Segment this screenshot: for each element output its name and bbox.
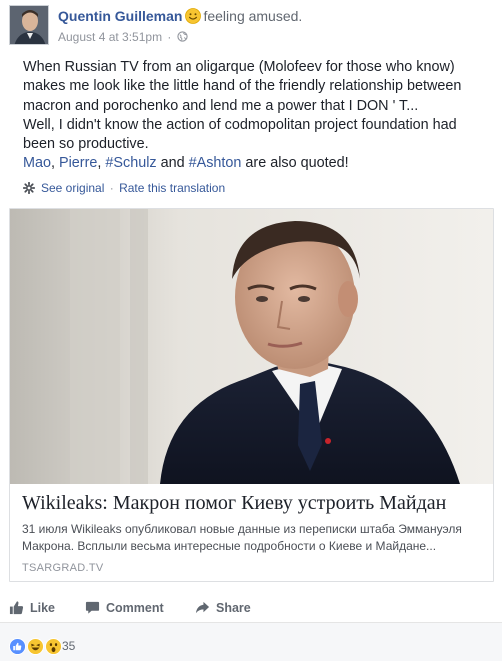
share-label: Share	[216, 601, 251, 615]
post-actions: Like Comment Share	[9, 594, 494, 624]
haha-reaction-icon	[26, 637, 44, 655]
globe-icon[interactable]	[177, 31, 188, 42]
translation-bar: See original · Rate this translation	[22, 181, 225, 195]
timestamp[interactable]: August 4 at 3:51pm	[58, 30, 162, 44]
link-title[interactable]: Wikileaks: Макрон помог Киеву устроить М…	[22, 492, 446, 515]
quoted-and: and	[156, 155, 189, 172]
post-text-line: makes me look like the little hand of th…	[23, 78, 462, 95]
gear-icon[interactable]	[22, 181, 36, 195]
hashtag-schulz[interactable]: #Schulz	[105, 155, 156, 171]
post-meta: August 4 at 3:51pm ·	[58, 30, 188, 44]
see-original-link[interactable]: See original	[41, 181, 104, 195]
comment-button[interactable]: Comment	[85, 600, 164, 615]
reaction-icons[interactable]	[9, 637, 62, 655]
feeling-text: feeling amused.	[203, 8, 303, 24]
comment-label: Comment	[106, 601, 164, 615]
like-button[interactable]: Like	[9, 600, 55, 615]
like-reaction-icon	[9, 637, 26, 655]
hashtag-ashton[interactable]: #Ashton	[189, 155, 242, 171]
thumbs-up-icon	[9, 601, 24, 615]
tag-mao[interactable]: Mao	[23, 155, 51, 171]
link-description: 31 июля Wikileaks опубликовал новые данн…	[22, 522, 462, 553]
author-line: Quentin Guilleman feeling amused.	[58, 8, 302, 24]
share-button[interactable]: Share	[195, 600, 251, 615]
like-label: Like	[30, 601, 56, 615]
meta-separator: ·	[167, 30, 172, 44]
post-body: When Russian TV from an oligarque (Molof…	[23, 58, 493, 174]
rate-translation-link[interactable]: Rate this translation	[119, 181, 225, 195]
link-domain: TSARGRAD.TV	[22, 562, 104, 574]
comment-icon	[85, 601, 100, 614]
quoted-separator: ,	[51, 155, 59, 172]
quoted-line: Mao, Pierre, #Schulz and #Ashton are als…	[23, 154, 493, 173]
post-text-line: been so productive.	[23, 136, 149, 153]
reactions-bar[interactable]: 35	[0, 622, 502, 661]
author-name[interactable]: Quentin Guilleman	[58, 8, 182, 24]
post-text-line: Well, I didn't know the action of codmop…	[23, 116, 457, 133]
link-preview-card[interactable]: Wikileaks: Макрон помог Киеву устроить М…	[9, 208, 494, 582]
facebook-post: Quentin Guilleman feeling amused. August …	[0, 0, 502, 661]
avatar[interactable]	[9, 5, 49, 45]
link-preview-image[interactable]	[10, 209, 493, 484]
quoted-tail: are also quoted!	[241, 155, 349, 172]
post-header: Quentin Guilleman feeling amused. August …	[0, 0, 502, 52]
post-text-line: macron and porochenko and lend me a powe…	[23, 97, 419, 114]
post-text-line: When Russian TV from an oligarque (Molof…	[23, 59, 455, 75]
amused-emoji-icon	[185, 8, 202, 24]
wow-reaction-icon	[44, 637, 62, 655]
tag-pierre[interactable]: Pierre	[59, 155, 97, 171]
reaction-count[interactable]: 35	[62, 639, 75, 653]
share-icon	[195, 601, 210, 614]
translation-separator: ·	[109, 181, 114, 195]
